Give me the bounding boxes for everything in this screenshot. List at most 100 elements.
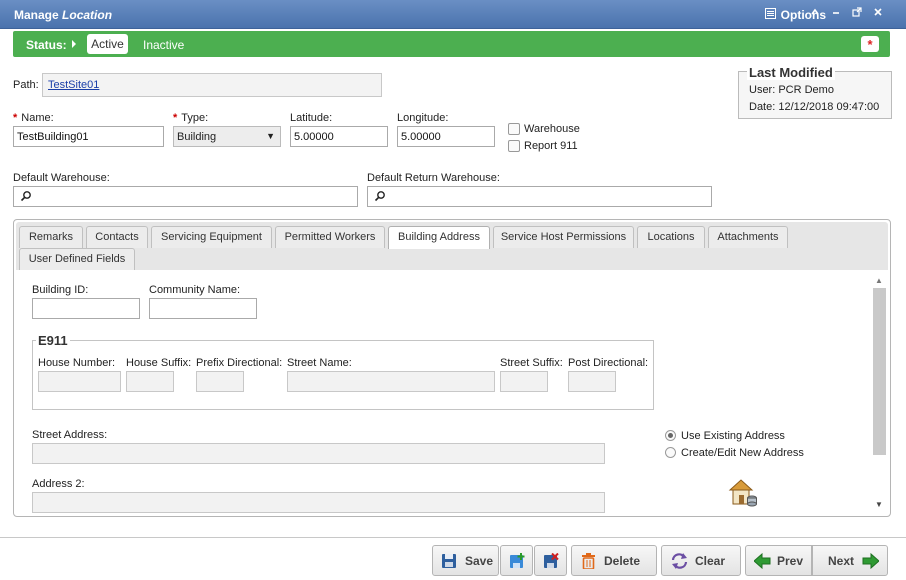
clear-button[interactable]: Clear [661,545,741,576]
use-existing-address-radio[interactable] [665,430,676,441]
default-warehouse-lookup[interactable] [13,186,358,207]
status-bar: Status: Active Inactive * [13,31,890,57]
delete-button[interactable]: Delete [571,545,657,576]
last-modified-user: User: PCR Demo [749,84,834,96]
next-button[interactable]: Next [812,545,888,576]
house-number-label: House Number: [38,357,116,369]
trash-icon [581,553,596,572]
type-select[interactable]: Building ▼ [173,126,281,147]
scroll-up-icon[interactable]: ▲ [875,276,883,285]
prev-label: Prev [777,554,804,568]
create-edit-address-radio[interactable] [665,447,676,458]
name-input[interactable]: TestBuilding01 [13,126,164,147]
close-icon[interactable] [871,7,885,21]
street-name-input[interactable] [287,371,495,392]
refresh-icon [671,553,688,572]
address-lookup-icon[interactable] [728,477,758,510]
search-icon [374,190,386,205]
post-directional-input[interactable] [568,371,616,392]
last-modified-heading: Last Modified [747,65,835,80]
name-label: * Name: [13,112,54,124]
default-return-warehouse-lookup[interactable] [367,186,712,207]
community-name-label: Community Name: [149,284,241,296]
tab-servicing-equipment[interactable]: Servicing Equipment [151,226,272,248]
chevron-down-icon: ▼ [266,131,275,141]
last-modified-date: Date: 12/12/2018 09:47:00 [749,101,880,113]
title-entity: Location [62,8,113,22]
delete-label: Delete [604,554,641,568]
path-label: Path: [13,79,39,91]
tab-remarks[interactable]: Remarks [19,226,83,248]
status-inactive-button[interactable]: Inactive [143,38,184,52]
save-button[interactable]: Save [432,545,499,576]
collapse-icon[interactable] [808,7,822,21]
status-arrow-icon [72,40,76,48]
address-2-input[interactable] [32,492,605,513]
save-new-icon [509,553,525,572]
house-suffix-input[interactable] [126,371,174,392]
search-icon [20,190,32,205]
create-edit-address-label: Create/Edit New Address [681,447,804,459]
panel-scrollbar[interactable]: ▲ ▼ [871,272,887,512]
status-active-button[interactable]: Active [87,34,128,54]
status-label: Status: [26,38,67,52]
building-id-input[interactable] [32,298,140,319]
latitude-label: Latitude: [290,112,333,124]
warehouse-checkbox[interactable] [508,123,520,135]
tab-service-host-permissions[interactable]: Service Host Permissions [493,226,634,248]
street-address-label: Street Address: [32,429,108,441]
tab-user-defined-fields[interactable]: User Defined Fields [19,248,135,270]
path-link[interactable]: TestSite01 [48,79,99,91]
path-field: TestSite01 [42,73,382,97]
street-suffix-input[interactable] [500,371,548,392]
type-label: * Type: [173,112,209,124]
required-star-icon: * [173,112,178,124]
minimize-icon[interactable] [829,7,843,21]
longitude-input[interactable]: 5.00000 [397,126,495,147]
tab-permitted-workers[interactable]: Permitted Workers [275,226,385,248]
options-list-icon [764,8,776,22]
save-icon [441,553,457,572]
arrow-left-icon [753,552,771,572]
scrollbar-thumb[interactable] [873,288,886,455]
save-and-close-button[interactable] [534,545,567,576]
tab-contacts[interactable]: Contacts [86,226,148,248]
report-911-label: Report 911 [524,140,578,152]
footer-divider [0,537,906,538]
default-return-warehouse-label: Default Return Warehouse: [367,172,500,184]
default-warehouse-label: Default Warehouse: [13,172,110,184]
save-and-new-button[interactable] [500,545,533,576]
arrow-right-icon [862,552,880,572]
clear-label: Clear [695,554,726,568]
house-suffix-label: House Suffix: [126,357,192,369]
window-title: Manage Location [14,8,112,22]
post-directional-label: Post Directional: [568,357,649,369]
save-close-icon [543,552,559,572]
warehouse-label: Warehouse [524,123,580,135]
required-fields-icon[interactable]: * [861,36,879,52]
street-address-input[interactable] [32,443,605,464]
longitude-label: Longitude: [397,112,449,124]
building-id-label: Building ID: [32,284,89,296]
report-911-checkbox[interactable] [508,140,520,152]
prev-button[interactable]: Prev [745,545,812,576]
popout-icon[interactable] [850,7,864,21]
title-prefix: Manage [14,8,59,22]
tab-attachments[interactable]: Attachments [708,226,788,248]
community-name-input[interactable] [149,298,257,319]
house-number-input[interactable] [38,371,121,392]
e911-legend: E911 [36,333,70,348]
next-label: Next [828,554,855,568]
tab-locations[interactable]: Locations [637,226,705,248]
prefix-directional-label: Prefix Directional: [196,357,283,369]
address-2-label: Address 2: [32,478,85,490]
save-label: Save [465,554,494,568]
scroll-down-icon[interactable]: ▼ [875,500,883,509]
type-select-value: Building [177,131,217,143]
use-existing-address-label: Use Existing Address [681,430,785,442]
tab-building-address[interactable]: Building Address [388,226,490,249]
street-suffix-label: Street Suffix: [500,357,563,369]
window-titlebar: Manage Location Options [0,0,906,29]
prefix-directional-input[interactable] [196,371,244,392]
latitude-input[interactable]: 5.00000 [290,126,388,147]
